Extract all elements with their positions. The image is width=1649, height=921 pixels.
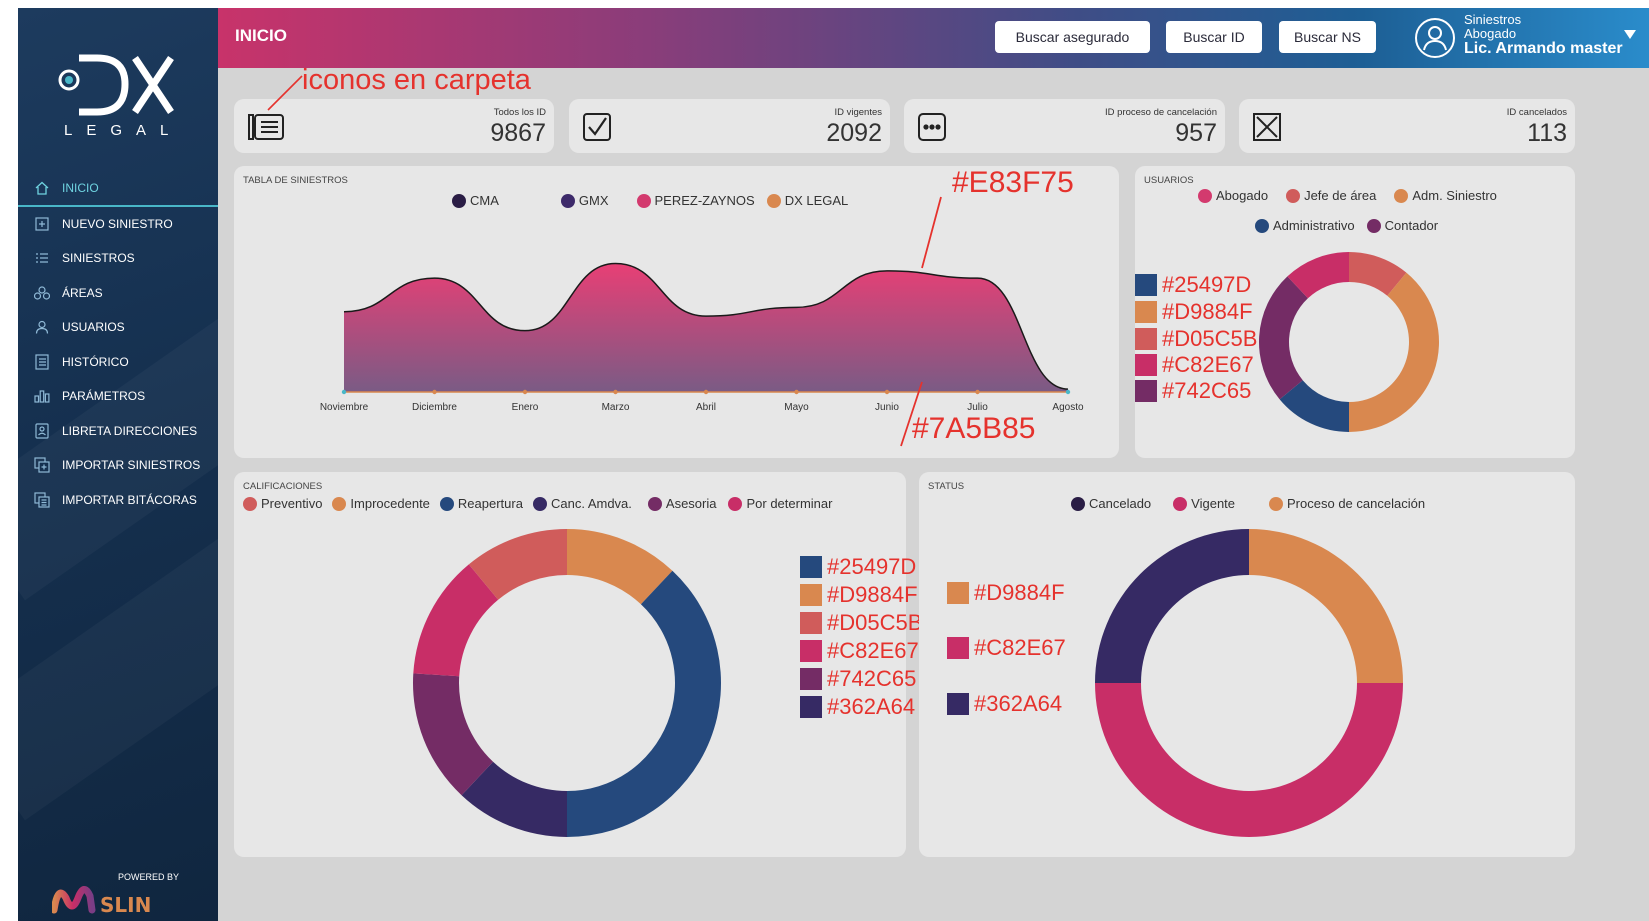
user-role: Abogado bbox=[1464, 26, 1517, 41]
area-data-point[interactable] bbox=[1065, 389, 1071, 395]
sidebar-item-label: PARÁMETROS bbox=[62, 389, 146, 404]
area-data-point[interactable] bbox=[613, 389, 618, 395]
usuarios-card: USUARIOS Abogado Jefe de área Adm. Sinie… bbox=[1135, 166, 1575, 458]
x-tick-label: Agosto bbox=[1052, 402, 1084, 413]
x-tick-label: Abril bbox=[696, 402, 716, 413]
buscar-id-button[interactable]: Buscar ID bbox=[1166, 21, 1262, 53]
donut-slice[interactable] bbox=[567, 570, 721, 837]
sidebar-item-label: LIBRETA DIRECCIONES bbox=[62, 423, 198, 438]
area-data-point[interactable] bbox=[975, 389, 980, 395]
x-tick-label: Noviembre bbox=[320, 402, 369, 413]
areas-icon bbox=[32, 284, 52, 302]
x-tick-label: Diciembre bbox=[412, 402, 457, 413]
x-tick-label: Enero bbox=[512, 402, 539, 413]
buscar-asegurado-button[interactable]: Buscar asegurado bbox=[995, 21, 1150, 53]
donut-slice[interactable] bbox=[1349, 272, 1440, 432]
x-tick-label: Mayo bbox=[784, 402, 809, 413]
plus-square-icon bbox=[32, 215, 52, 233]
x-tick-label: Marzo bbox=[602, 402, 630, 413]
area-data-point[interactable] bbox=[703, 389, 709, 395]
stat-label: Todos los ID bbox=[493, 107, 546, 118]
bar-chart-icon bbox=[32, 387, 52, 405]
page-title: INICIO bbox=[235, 26, 287, 45]
x-box-icon bbox=[1253, 113, 1281, 141]
status-donut-chart bbox=[1095, 529, 1403, 837]
sidebar-item-historico[interactable]: HISTÓRICO bbox=[18, 345, 218, 380]
sidebar-item-importar-siniestros[interactable]: IMPORTAR SINIESTROS bbox=[18, 448, 218, 483]
buscar-ns-button[interactable]: Buscar NS bbox=[1279, 21, 1376, 53]
chevron-down-icon[interactable] bbox=[1624, 30, 1636, 39]
sidebar-item-label: ÁREAS bbox=[62, 285, 103, 300]
import-log-icon bbox=[32, 491, 52, 509]
list-icon bbox=[32, 249, 52, 267]
sidebar-item-label: HISTÓRICO bbox=[62, 354, 129, 369]
donut-slice[interactable] bbox=[1095, 683, 1403, 837]
annotation-area-top-color: #E83F75 bbox=[952, 166, 1074, 199]
slin-logo: SLIN bbox=[52, 886, 151, 917]
annotation-icons-note: iconos en carpeta bbox=[302, 64, 531, 96]
user-icon bbox=[32, 318, 52, 336]
sidebar-item-label: IMPORTAR SINIESTROS bbox=[62, 458, 201, 473]
area-data-point[interactable] bbox=[884, 389, 890, 395]
stat-value: 2092 bbox=[826, 119, 882, 147]
area-data-point[interactable] bbox=[794, 389, 799, 395]
user-avatar-icon[interactable] bbox=[1414, 17, 1456, 59]
stat-value: 9867 bbox=[490, 119, 546, 147]
stat-value: 957 bbox=[1175, 119, 1217, 147]
logo-subtext: LEGAL bbox=[64, 122, 183, 139]
sidebar-item-inicio[interactable]: INICIO bbox=[18, 172, 218, 207]
checkbox-icon bbox=[583, 113, 611, 141]
stat-label: ID cancelados bbox=[1506, 107, 1567, 118]
app-window: LEGAL INICIO NUEVO SINIESTRO SINIESTROS … bbox=[0, 0, 1649, 921]
slin-brand-text: SLIN bbox=[100, 893, 151, 917]
top-header: INICIO Buscar asegurado Buscar ID Buscar… bbox=[218, 8, 1649, 82]
sidebar-item-label: INICIO bbox=[62, 181, 99, 196]
x-tick-label: Junio bbox=[875, 402, 899, 413]
stat-card-cancelados[interactable]: ID cancelados 113 bbox=[1239, 99, 1575, 153]
status-card: STATUS Cancelado Vigente Proceso de canc… bbox=[919, 472, 1575, 857]
stat-label: ID vigentes bbox=[834, 107, 882, 118]
address-book-icon bbox=[32, 422, 52, 440]
area-data-point[interactable] bbox=[432, 389, 437, 395]
calificaciones-donut-chart bbox=[412, 529, 721, 837]
history-icon bbox=[32, 353, 52, 371]
tabla-siniestros-card: TABLA DE SINIESTROS CMA GMX PEREZ-ZAYNOS… bbox=[234, 166, 1119, 458]
import-icon bbox=[32, 456, 52, 474]
sidebar-item-label: SINIESTROS bbox=[62, 251, 135, 266]
sidebar-item-usuarios[interactable]: USUARIOS bbox=[18, 310, 218, 345]
user-module: Siniestros bbox=[1464, 12, 1522, 27]
annotation-arrow bbox=[267, 75, 303, 111]
area-data-point[interactable] bbox=[341, 389, 347, 395]
main-content: Todos los ID 9867 ID vigentes 2092 ID pr… bbox=[218, 64, 1649, 921]
stat-label: ID proceso de cancelación bbox=[1105, 107, 1217, 118]
donut-slice[interactable] bbox=[1249, 529, 1403, 683]
area-data-point[interactable] bbox=[522, 389, 528, 395]
annotation-area-bottom-color: #7A5B85 bbox=[912, 412, 1036, 445]
sidebar-item-parametros[interactable]: PARÁMETROS bbox=[18, 379, 218, 414]
sidebar-item-areas[interactable]: ÁREAS bbox=[18, 276, 218, 311]
calificaciones-card: CALIFICACIONES Preventivo Improcedente R… bbox=[234, 472, 922, 857]
dots-icon bbox=[918, 113, 946, 141]
usuarios-donut-chart bbox=[1258, 252, 1440, 432]
folder-list-icon bbox=[248, 114, 284, 140]
stat-value: 113 bbox=[1527, 119, 1567, 147]
sidebar-item-label: NUEVO SINIESTRO bbox=[62, 216, 173, 231]
sidebar: LEGAL INICIO NUEVO SINIESTRO SINIESTROS … bbox=[18, 8, 218, 921]
sidebar-item-importar-bitacoras[interactable]: IMPORTAR BITÁCORAS bbox=[18, 483, 218, 518]
sidebar-item-nuevo-siniestro[interactable]: NUEVO SINIESTRO bbox=[18, 207, 218, 242]
user-name[interactable]: Lic. Armando master bbox=[1464, 40, 1623, 58]
sidebar-nav: INICIO NUEVO SINIESTRO SINIESTROS ÁREAS … bbox=[18, 172, 218, 517]
sidebar-item-label: USUARIOS bbox=[62, 320, 125, 335]
donut-slice[interactable] bbox=[1095, 529, 1249, 683]
donut-slice[interactable] bbox=[1258, 276, 1308, 400]
sidebar-item-libreta-direcciones[interactable]: LIBRETA DIRECCIONES bbox=[18, 414, 218, 449]
area-series-fill bbox=[344, 263, 1068, 392]
annotation-arrow bbox=[921, 196, 942, 269]
sidebar-item-label: IMPORTAR BITÁCORAS bbox=[62, 492, 197, 507]
stat-card-vigentes[interactable]: ID vigentes 2092 bbox=[569, 99, 890, 153]
sidebar-item-siniestros[interactable]: SINIESTROS bbox=[18, 241, 218, 276]
stat-card-proceso[interactable]: ID proceso de cancelación 957 bbox=[904, 99, 1225, 153]
home-icon bbox=[32, 179, 52, 197]
